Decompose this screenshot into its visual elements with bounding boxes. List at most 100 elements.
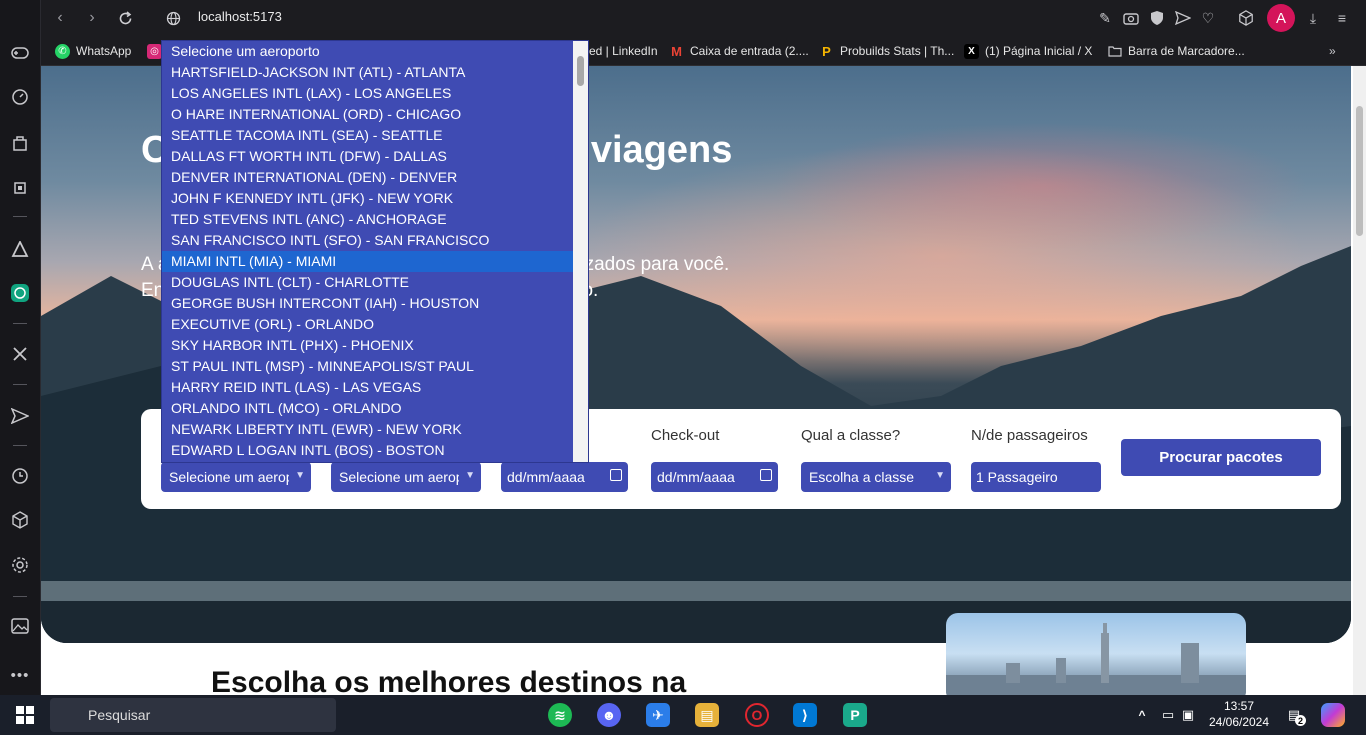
settings-gear-icon[interactable]	[9, 554, 31, 576]
download-icon[interactable]: ⤓	[1303, 8, 1323, 28]
whatsapp-icon: ✆	[55, 43, 70, 59]
history-icon[interactable]	[9, 465, 31, 487]
edit-icon[interactable]: ✎	[1095, 8, 1115, 28]
airport-option[interactable]: ST PAUL INTL (MSP) - MINNEAPOLIS/ST PAUL	[162, 356, 573, 377]
bookmark-folder[interactable]: Barra de Marcadore...	[1107, 42, 1245, 60]
dropdown-scrollbar[interactable]	[573, 41, 588, 462]
class-select[interactable]: Escolha a classe ▼	[801, 462, 951, 492]
more-icon[interactable]: •••	[9, 664, 31, 686]
airport-option[interactable]: DALLAS FT WORTH INTL (DFW) - DALLAS	[162, 146, 573, 167]
copilot-icon[interactable]	[1321, 703, 1345, 727]
cube-icon[interactable]	[9, 509, 31, 531]
calendar-icon[interactable]	[610, 469, 622, 481]
send-icon[interactable]	[9, 405, 31, 427]
bookmark-gmail[interactable]: M Caixa de entrada (2....	[669, 42, 809, 60]
airport-option[interactable]: HARRY REID INTL (LAS) - LAS VEGAS	[162, 377, 573, 398]
extensions-cube-icon[interactable]	[1236, 8, 1256, 28]
aria-icon[interactable]	[9, 238, 31, 260]
bag-icon[interactable]	[9, 132, 31, 154]
chip-icon[interactable]	[9, 177, 31, 199]
sidebar-divider	[13, 445, 27, 446]
airport-option[interactable]: EXECUTIVE (ORL) - ORLANDO	[162, 314, 573, 335]
notifications-icon[interactable]: ▤ 2	[1282, 703, 1306, 727]
gamepad-icon[interactable]	[9, 42, 31, 64]
address-bar[interactable]: localhost:5173	[198, 9, 282, 24]
network-icon[interactable]: ▭	[1160, 703, 1176, 727]
back-icon[interactable]: ‹	[49, 7, 71, 29]
shield-icon[interactable]	[1147, 8, 1167, 28]
airport-option[interactable]: DOUGLAS INTL (CLT) - CHARLOTTE	[162, 272, 573, 293]
airport-dropdown-list[interactable]: Selecione um aeroporto HARTSFIELD-JACKSON…	[161, 40, 589, 463]
file-explorer-icon[interactable]: ▤	[695, 703, 719, 727]
passengers-input[interactable]: 1 Passageiro	[971, 462, 1101, 492]
search-packages-button[interactable]: Procurar pacotes	[1121, 439, 1321, 476]
app-icon[interactable]: ✈	[646, 703, 670, 727]
clock-time: 13:57	[1223, 699, 1255, 713]
origin-value: Selecione um aeroporto	[169, 469, 289, 485]
bookmark-whatsapp[interactable]: ✆ WhatsApp	[55, 42, 131, 60]
airport-option[interactable]: MIAMI INTL (MIA) - MIAMI	[162, 251, 573, 272]
destination-select[interactable]: Selecione um aeroporto ▼	[331, 462, 481, 492]
origin-select[interactable]: Selecione um aeroporto ▼	[161, 462, 311, 492]
airport-option[interactable]: O HARE INTERNATIONAL (ORD) - CHICAGO	[162, 104, 573, 125]
dropdown-placeholder-option[interactable]: Selecione um aeroporto	[162, 41, 573, 62]
airport-option[interactable]: EDWARD L LOGAN INTL (BOS) - BOSTON	[162, 440, 573, 461]
checkout-date-input[interactable]: dd/mm/aaaa	[651, 462, 778, 492]
airport-option[interactable]: SEATTLE TACOMA INTL (SEA) - SEATTLE	[162, 125, 573, 146]
checkin-date-input[interactable]: dd/mm/aaaa	[501, 462, 628, 492]
city-skyline-image	[946, 623, 1246, 695]
x-twitter-icon[interactable]	[9, 343, 31, 365]
notification-badge: 2	[1295, 715, 1306, 726]
chatgpt-icon[interactable]	[9, 282, 31, 304]
airport-option[interactable]: DENVER INTERNATIONAL (DEN) - DENVER	[162, 167, 573, 188]
taskbar-search[interactable]: Pesquisar	[50, 698, 336, 732]
checkin-value: dd/mm/aaaa	[507, 469, 585, 485]
dropdown-scrollbar-thumb[interactable]	[577, 56, 584, 86]
heart-icon[interactable]: ♡	[1198, 8, 1218, 28]
pycharm-icon[interactable]: P	[843, 703, 867, 727]
destination-photo	[946, 613, 1246, 695]
discord-icon[interactable]: ☻	[597, 703, 621, 727]
system-clock[interactable]: 13:57 24/06/2024	[1204, 698, 1274, 730]
opera-icon[interactable]: O	[745, 703, 769, 727]
more-bookmarks-icon[interactable]: »	[1329, 42, 1336, 60]
airport-option[interactable]: ORLANDO INTL (MCO) - ORLANDO	[162, 398, 573, 419]
bookmark-label: (1) Página Inicial / X	[985, 44, 1093, 58]
gmail-icon: M	[671, 43, 682, 59]
reload-icon[interactable]	[114, 7, 136, 29]
profile-avatar[interactable]: A	[1267, 4, 1295, 32]
spotify-icon[interactable]: ≋	[548, 703, 572, 727]
page-scrollbar[interactable]	[1353, 66, 1366, 695]
bookmark-linkedin[interactable]: ed | LinkedIn	[589, 42, 658, 60]
airport-option[interactable]: HARTSFIELD-JACKSON INT (ATL) - ATLANTA	[162, 62, 573, 83]
bookmark-instagram[interactable]: ◎	[147, 42, 162, 60]
bookmark-label: WhatsApp	[76, 44, 132, 58]
airport-option[interactable]: LOS ANGELES INTL (LAX) - LOS ANGELES	[162, 83, 573, 104]
airport-option[interactable]: NEWARK LIBERTY INTL (EWR) - NEW YORK	[162, 419, 573, 440]
bookmark-label: Probuilds Stats | Th...	[840, 44, 955, 58]
calendar-icon[interactable]	[760, 469, 772, 481]
speedometer-icon[interactable]	[9, 86, 31, 108]
class-value: Escolha a classe	[809, 469, 915, 485]
checkout-label: Check-out	[651, 427, 720, 444]
airport-option[interactable]: SKY HARBOR INTL (PHX) - PHOENIX	[162, 335, 573, 356]
airport-option[interactable]: SAN FRANCISCO INTL (SFO) - SAN FRANCISCO	[162, 230, 573, 251]
camera-icon[interactable]	[1121, 8, 1141, 28]
forward-icon[interactable]: ›	[81, 7, 103, 29]
bookmark-label: Barra de Marcadore...	[1128, 44, 1245, 58]
windows-start-icon[interactable]	[13, 703, 37, 727]
bookmark-probuilds[interactable]: P Probuilds Stats | Th...	[819, 42, 954, 60]
chevron-up-icon[interactable]: ^	[1134, 703, 1150, 727]
display-icon[interactable]: ▣	[1180, 703, 1196, 727]
airport-option[interactable]: GEORGE BUSH INTERCONT (IAH) - HOUSTON	[162, 293, 573, 314]
bookmark-x[interactable]: X (1) Página Inicial / X	[964, 42, 1092, 60]
page-scrollbar-thumb[interactable]	[1356, 106, 1363, 236]
site-info-icon[interactable]	[162, 7, 184, 29]
airport-option[interactable]: JOHN F KENNEDY INTL (JFK) - NEW YORK	[162, 188, 573, 209]
vscode-icon[interactable]: ⟩	[793, 703, 817, 727]
menu-icon[interactable]: ≡	[1332, 8, 1352, 28]
send-icon[interactable]	[1173, 8, 1193, 28]
gallery-icon[interactable]	[9, 615, 31, 637]
airport-option[interactable]: TED STEVENS INTL (ANC) - ANCHORAGE	[162, 209, 573, 230]
sidebar-divider	[13, 596, 27, 597]
